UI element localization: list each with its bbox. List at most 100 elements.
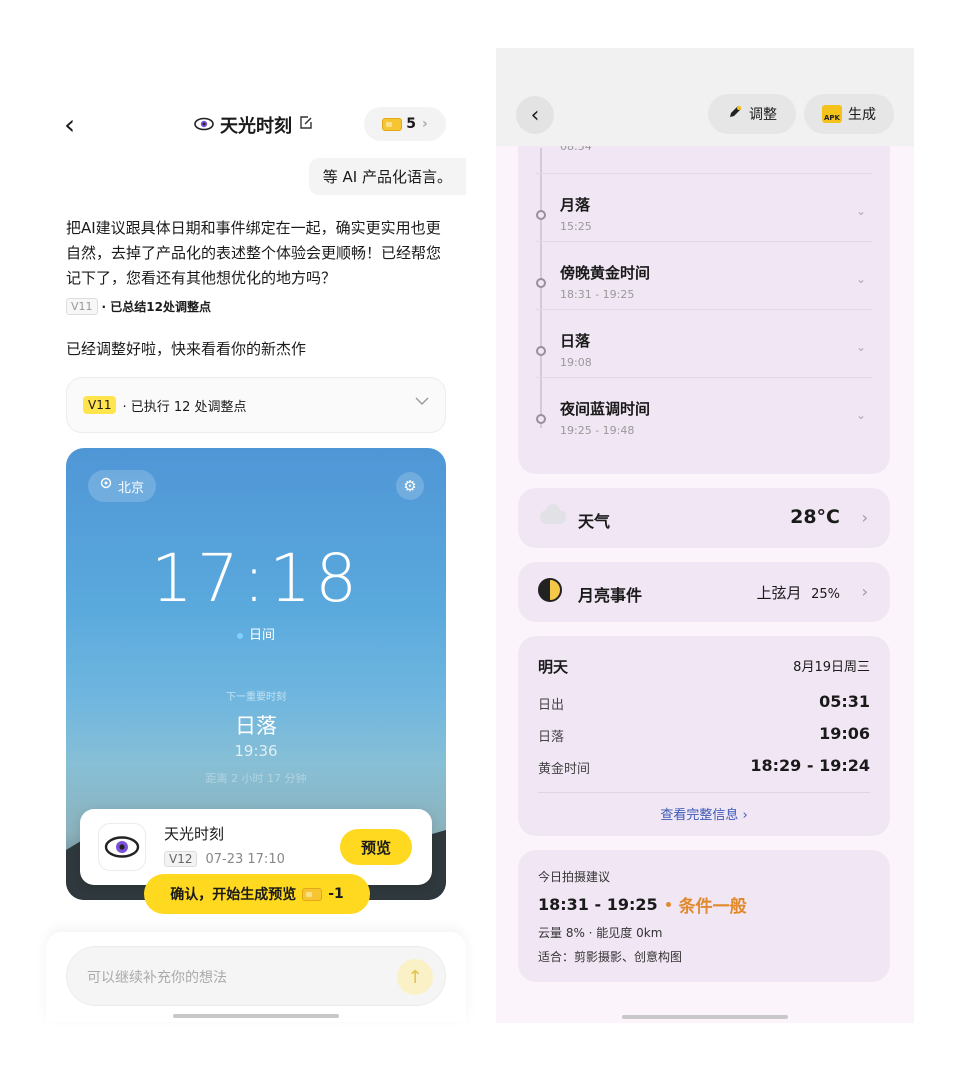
chevron-down-icon: ⌄ [855, 272, 866, 286]
location-name: 北京 [118, 480, 145, 496]
timeline-name: 日落 [560, 332, 591, 350]
row-label: 日落 [538, 730, 565, 745]
edit-icon[interactable] [298, 115, 314, 135]
separator-dot [665, 902, 671, 907]
chevron-right-icon: › [861, 582, 868, 601]
timeline-item[interactable]: 日落 19:08 ⌄ [536, 310, 872, 378]
timeline-time: 15:25 [560, 220, 592, 233]
location-pill[interactable]: 北京 [88, 470, 157, 502]
app-title: 天光时刻 [220, 116, 292, 137]
user-message: 等 AI 产品化语言。 [308, 158, 466, 195]
app-meta: V12 07-23 17:10 [164, 851, 285, 867]
app-date: 07-23 17:10 [205, 851, 285, 867]
tomorrow-title: 明天 [538, 658, 569, 676]
summary-line: V11 · 已总结12处调整点 [66, 298, 211, 315]
preview-button[interactable]: 预览 [340, 829, 412, 865]
pencil-icon [727, 104, 743, 124]
chevron-down-icon: ⌄ [855, 204, 866, 218]
full-info-link[interactable]: 查看完整信息 › [518, 804, 890, 823]
next-event: 日落 [235, 714, 277, 738]
confirm-cost: -1 [328, 886, 344, 902]
coin-icon [382, 117, 403, 131]
project-title[interactable]: 天光时刻 [194, 112, 314, 138]
message-input[interactable]: 可以继续补充你的想法 ↑ [66, 946, 446, 1006]
apk-icon: APK [822, 105, 842, 123]
timeline-name: 夜间蓝调时间 [560, 400, 651, 418]
moon-card[interactable]: 月亮事件 上弦月 25% › [518, 562, 890, 622]
moon-percent: 25% [811, 587, 840, 602]
timeline-time: 18:31 - 19:25 [560, 288, 635, 301]
moon-phase-name: 上弦月 [756, 584, 802, 602]
version-tag: V11 [66, 298, 98, 315]
chat-panel: ‹ 天光时刻 5 › 等 AI 产品化语言。 把AI建议跟具体日期和事件绑定在一… [46, 84, 466, 1024]
summary-text: · 已总结12处调整点 [101, 300, 211, 314]
gear-icon[interactable]: ⚙ [396, 472, 424, 500]
coin-icon [302, 887, 323, 901]
adjust-button[interactable]: 调整 [708, 94, 796, 134]
row-value: 18:29 - 19:24 [750, 756, 870, 775]
send-button[interactable]: ↑ [397, 959, 433, 995]
chat-header: ‹ 天光时刻 5 › [46, 106, 466, 146]
timeline-item[interactable]: 傍晚黄金时间 18:31 - 19:25 ⌄ [536, 242, 872, 310]
confirm-generate-button[interactable]: 确认，开始生成预览 -1 [144, 874, 370, 914]
back-button[interactable]: ‹ [64, 110, 75, 140]
timeline-card: 08:54 ⌄ 月落 15:25 ⌄ 傍晚黄金时间 18:31 - 19:25 … [518, 118, 890, 474]
location-icon [100, 477, 112, 495]
eye-icon [194, 116, 214, 135]
coin-balance[interactable]: 5 › [364, 107, 446, 141]
timeline-item[interactable]: 夜间蓝调时间 19:25 - 19:48 ⌄ [536, 378, 872, 446]
cloud-icon [540, 504, 566, 524]
weather-label: 天气 [578, 512, 611, 531]
home-indicator [173, 1014, 339, 1018]
chevron-right-icon: › [421, 116, 428, 132]
suggestion-detail: 适合：剪影摄影、创意构图 [538, 950, 683, 964]
exec-text: · 已执行 12 处调整点 [122, 399, 247, 415]
chevron-down-icon: ⌄ [855, 408, 866, 422]
generate-label: 生成 [848, 107, 876, 123]
day-period: 日间 [66, 624, 446, 643]
timeline-time: 19:25 - 19:48 [560, 424, 635, 437]
weather-temp: 28°C [790, 506, 840, 528]
back-icon: ‹ [64, 108, 76, 141]
chevron-down-icon: ⌄ [855, 340, 866, 354]
back-icon: ‹ [530, 102, 540, 128]
moon-label: 月亮事件 [578, 586, 643, 605]
chevron-right-icon: › [861, 508, 868, 527]
row-value: 19:06 [819, 724, 870, 743]
coin-count: 5 [406, 116, 416, 132]
exec-version-tag: V11 [83, 396, 117, 414]
app-name: 天光时刻 [164, 825, 225, 843]
current-time: 17:18 [150, 540, 362, 617]
row-label: 日出 [538, 698, 565, 713]
timeline-item[interactable]: 月落 15:25 ⌄ [536, 174, 872, 242]
next-event-time: 19:36 [234, 742, 278, 760]
next-moment-label: 下一重要时刻 [226, 692, 286, 703]
generate-button[interactable]: APK 生成 [804, 94, 894, 134]
suggestion-condition: 条件一般 [678, 897, 747, 917]
execution-summary[interactable]: V11 · 已执行 12 处调整点 [66, 377, 446, 433]
composer: 可以继续补充你的想法 ↑ [46, 932, 466, 1022]
moon-icon [538, 578, 562, 602]
back-button[interactable]: ‹ [516, 96, 554, 134]
suggestion-range: 18:31 - 19:25 [538, 895, 658, 914]
app-screen: ‹ 调整 APK 生成 08:54 ⌄ 月落 15:25 ⌄ 傍晚黄金时间 [496, 48, 914, 1023]
app-icon [98, 823, 146, 871]
timeline-time: 19:08 [560, 356, 592, 369]
shooting-suggestion-card: 今日拍摄建议 18:31 - 19:25 条件一般 云量 8% · 能见度 0k… [518, 850, 890, 982]
weather-card[interactable]: 天气 28°C › [518, 488, 890, 548]
suggestion-title: 今日拍摄建议 [538, 870, 611, 884]
row-label: 黄金时间 [538, 762, 591, 777]
arrow-up-icon: ↑ [407, 966, 423, 988]
timeline-dot [536, 346, 546, 356]
timeline-name: 月落 [560, 196, 591, 214]
moon-phase: 上弦月 25% [757, 582, 840, 603]
timeline-dot [536, 210, 546, 220]
chevron-down-icon [415, 394, 429, 410]
suggestion-detail: 云量 8% · 能见度 0km [538, 926, 663, 940]
confirm-label: 确认，开始生成预览 [170, 887, 297, 903]
divider [538, 792, 870, 793]
suggestion-main: 18:31 - 19:25 条件一般 [538, 892, 747, 917]
app-version: V12 [164, 851, 198, 867]
tomorrow-date: 8月19日周三 [793, 660, 870, 675]
row-value: 05:31 [819, 692, 870, 711]
